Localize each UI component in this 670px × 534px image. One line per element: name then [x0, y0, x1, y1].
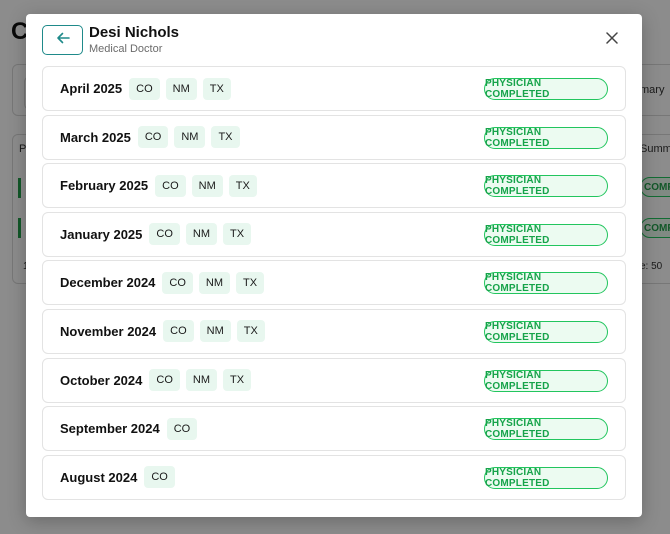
status-badge: PHYSICIAN COMPLETED	[484, 466, 608, 489]
close-icon	[606, 31, 618, 49]
state-chip: TX	[222, 369, 252, 392]
month-row[interactable]: October 2024 CO NM TX PHYSICIAN COMPLETED	[42, 357, 626, 403]
month-label: November 2024	[60, 323, 157, 339]
status-badge: PHYSICIAN COMPLETED	[484, 126, 608, 149]
month-label: March 2025	[60, 129, 131, 145]
state-chip: NM	[185, 369, 217, 392]
status-badge: PHYSICIAN COMPLETED	[484, 175, 608, 198]
status-badge: PHYSICIAN COMPLETED	[484, 320, 608, 343]
state-chip: CO	[163, 320, 194, 343]
state-chip: CO	[149, 369, 180, 392]
physician-history-modal: Desi Nichols Medical Doctor April 2025 CO…	[26, 14, 642, 517]
month-label: April 2025	[60, 81, 123, 96]
state-chip: TX	[228, 174, 257, 197]
status-badge: PHYSICIAN COMPLETED	[484, 272, 608, 295]
state-chip: NM	[199, 320, 231, 343]
state-chip: CO	[137, 126, 169, 149]
month-list: April 2025 CO NM TX PHYSICIAN COMPLETED March…	[42, 66, 626, 503]
physician-role: Medical Doctor	[89, 43, 163, 55]
state-chip: TX	[202, 77, 231, 100]
month-row[interactable]: January 2025 CO NM TX PHYSICIAN COMPLETED	[42, 211, 626, 257]
state-chip: CO	[149, 223, 180, 246]
state-chip: CO	[166, 417, 198, 440]
state-chip: TX	[236, 271, 265, 294]
month-row[interactable]: November 2024 CO NM TX PHYSICIAN COMPLETED	[42, 308, 626, 354]
month-row[interactable]: April 2025 CO NM TX PHYSICIAN COMPLETED	[42, 66, 626, 111]
month-row[interactable]: February 2025 CO NM TX PHYSICIAN COMPLETED	[42, 163, 626, 209]
status-badge: PHYSICIAN COMPLETED	[484, 223, 608, 246]
month-label: February 2025	[60, 178, 149, 194]
month-label: August 2024	[60, 469, 138, 485]
month-label: December 2024	[60, 275, 156, 291]
status-badge: PHYSICIAN COMPLETED	[484, 369, 608, 392]
month-label: September 2024	[60, 421, 160, 437]
physician-name: Desi Nichols	[89, 24, 180, 41]
month-row[interactable]: December 2024 CO NM TX PHYSICIAN COMPLETED	[42, 260, 626, 306]
month-row[interactable]: August 2024 CO PHYSICIAN COMPLETED	[42, 454, 626, 500]
state-chip: NM	[185, 223, 218, 246]
close-button[interactable]	[602, 30, 622, 50]
state-chip: TX	[236, 320, 265, 343]
status-badge: PHYSICIAN COMPLETED	[484, 78, 608, 100]
back-button[interactable]	[42, 25, 83, 55]
state-chip: NM	[165, 77, 197, 100]
state-chip: CO	[129, 77, 160, 100]
month-row[interactable]: March 2025 CO NM TX PHYSICIAN COMPLETED	[42, 114, 626, 160]
month-row[interactable]: September 2024 CO PHYSICIAN COMPLETED	[42, 406, 626, 452]
arrow-left-icon	[56, 31, 70, 49]
state-chip: CO	[162, 271, 193, 294]
state-chip: TX	[223, 223, 252, 246]
month-label: January 2025	[60, 226, 143, 242]
state-chip: CO	[155, 174, 186, 197]
state-chip: NM	[174, 126, 206, 149]
status-badge: PHYSICIAN COMPLETED	[484, 418, 608, 441]
month-label: October 2024	[60, 372, 143, 388]
state-chip: NM	[191, 174, 223, 197]
state-chip: TX	[211, 126, 240, 149]
state-chip: NM	[198, 271, 231, 294]
state-chip: CO	[144, 466, 175, 489]
